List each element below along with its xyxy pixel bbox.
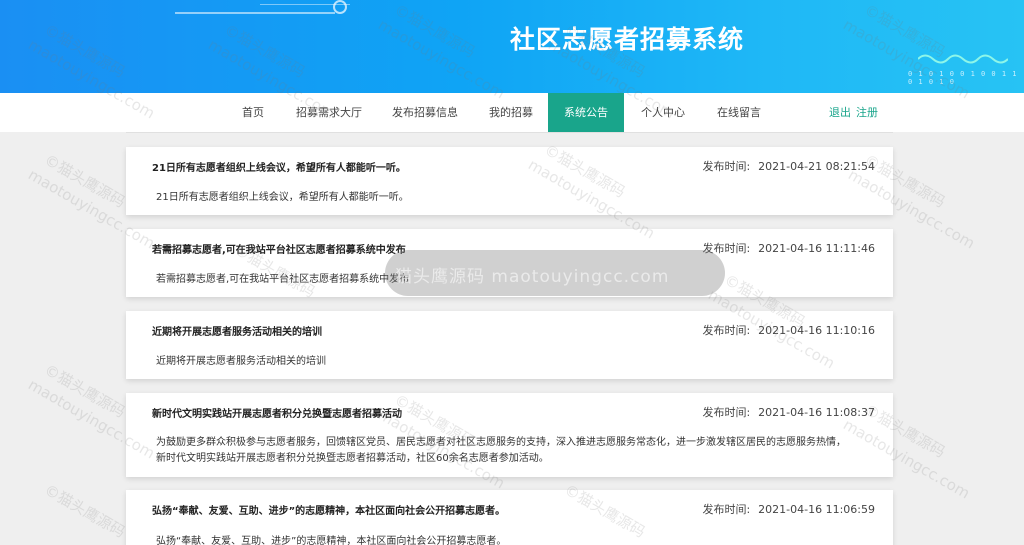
nav-online-message[interactable]: 在线留言: [710, 93, 768, 132]
nav-recruit-hall[interactable]: 招募需求大厅: [292, 93, 366, 132]
notice-time-label: 发布时间:: [702, 406, 751, 419]
notice-time: 发布时间: 2021-04-21 08:21:54: [702, 158, 875, 174]
wave-decoration-icon: [918, 54, 1008, 64]
notice-body: 近期将开展志愿者服务活动相关的培训: [156, 356, 326, 367]
notice-time-value: 2021-04-16 11:06:59: [758, 503, 875, 516]
watermark: ©猫头鹰源码: [41, 150, 129, 212]
notice-title[interactable]: 21日所有志愿者组织上线会议，希望所有人都能听一听。: [152, 159, 406, 174]
notice-card[interactable]: 近期将开展志愿者服务活动相关的培训 发布时间: 2021-04-16 11:10:…: [126, 311, 893, 379]
notice-card[interactable]: 弘扬“奉献、友爱、互助、进步”的志愿精神，本社区面向社会公开招募志愿者。 发布时…: [126, 490, 893, 545]
nav-personal-center[interactable]: 个人中心: [634, 93, 692, 132]
notice-body: 弘扬“奉献、友爱、互助、进步”的志愿精神，本社区面向社会公开招募志愿者。: [156, 536, 507, 545]
main-nav: 首页 招募需求大厅 发布招募信息 我的招募 系统公告 个人中心 在线留言 退出 …: [0, 93, 1024, 132]
notice-time-value: 2021-04-16 11:10:16: [758, 324, 875, 337]
notice-body: 21日所有志愿者组织上线会议，希望所有人都能听一听。: [156, 192, 409, 203]
notice-time-label: 发布时间:: [702, 324, 751, 337]
nav-divider: [126, 132, 893, 133]
notice-body: 为鼓励更多群众积极参与志愿者服务，回馈辖区党员、居民志愿者对社区志愿服务的支持，…: [156, 437, 846, 464]
notice-time: 发布时间: 2021-04-16 11:11:46: [702, 240, 875, 256]
watermark-overlay-text: 猫头鹰源码 maotouyingcc.com: [395, 267, 670, 287]
watermark: ©猫头鹰源码: [41, 480, 129, 542]
banner-decoration: [175, 12, 335, 14]
nav-my-recruit[interactable]: 我的招募: [483, 93, 539, 132]
notice-time-value: 2021-04-21 08:21:54: [758, 160, 875, 173]
notice-title[interactable]: 若需招募志愿者,可在我站平台社区志愿者招募系统中发布: [152, 241, 406, 256]
binary-decoration: 0 1 0 1 0 0 1 0 0 1 1 0 1 0 1 0: [908, 70, 1018, 86]
notice-title[interactable]: 新时代文明实践站开展志愿者积分兑换暨志愿者招募活动: [152, 405, 402, 420]
logout-link[interactable]: 退出: [829, 93, 851, 132]
notice-time: 发布时间: 2021-04-16 11:10:16: [702, 322, 875, 338]
notice-title[interactable]: 弘扬“奉献、友爱、互助、进步”的志愿精神，本社区面向社会公开招募志愿者。: [152, 502, 505, 517]
nav-system-notice[interactable]: 系统公告: [548, 93, 624, 132]
notice-title[interactable]: 近期将开展志愿者服务活动相关的培训: [152, 323, 322, 338]
site-title: 社区志愿者招募系统: [510, 25, 745, 54]
notice-time: 发布时间: 2021-04-16 11:08:37: [702, 404, 875, 420]
notice-time-value: 2021-04-16 11:11:46: [758, 242, 875, 255]
notice-time-label: 发布时间:: [702, 503, 751, 516]
notice-card[interactable]: 21日所有志愿者组织上线会议，希望所有人都能听一听。 发布时间: 2021-04-…: [126, 147, 893, 215]
notice-time-value: 2021-04-16 11:08:37: [758, 406, 875, 419]
watermark: ©猫头鹰源码: [41, 360, 129, 422]
register-link[interactable]: 注册: [856, 93, 878, 132]
nav-home[interactable]: 首页: [233, 93, 273, 132]
nav-publish-recruit[interactable]: 发布招募信息: [388, 93, 462, 132]
notice-time: 发布时间: 2021-04-16 11:06:59: [702, 501, 875, 517]
banner-circle-decoration: [333, 0, 347, 14]
notice-time-label: 发布时间:: [702, 160, 751, 173]
notice-card[interactable]: 新时代文明实践站开展志愿者积分兑换暨志愿者招募活动 发布时间: 2021-04-1…: [126, 393, 893, 477]
header-banner: 0 1 0 1 0 0 1 0 0 1 1 0 1 0 1 0 社区志愿者招募系…: [0, 0, 1024, 93]
